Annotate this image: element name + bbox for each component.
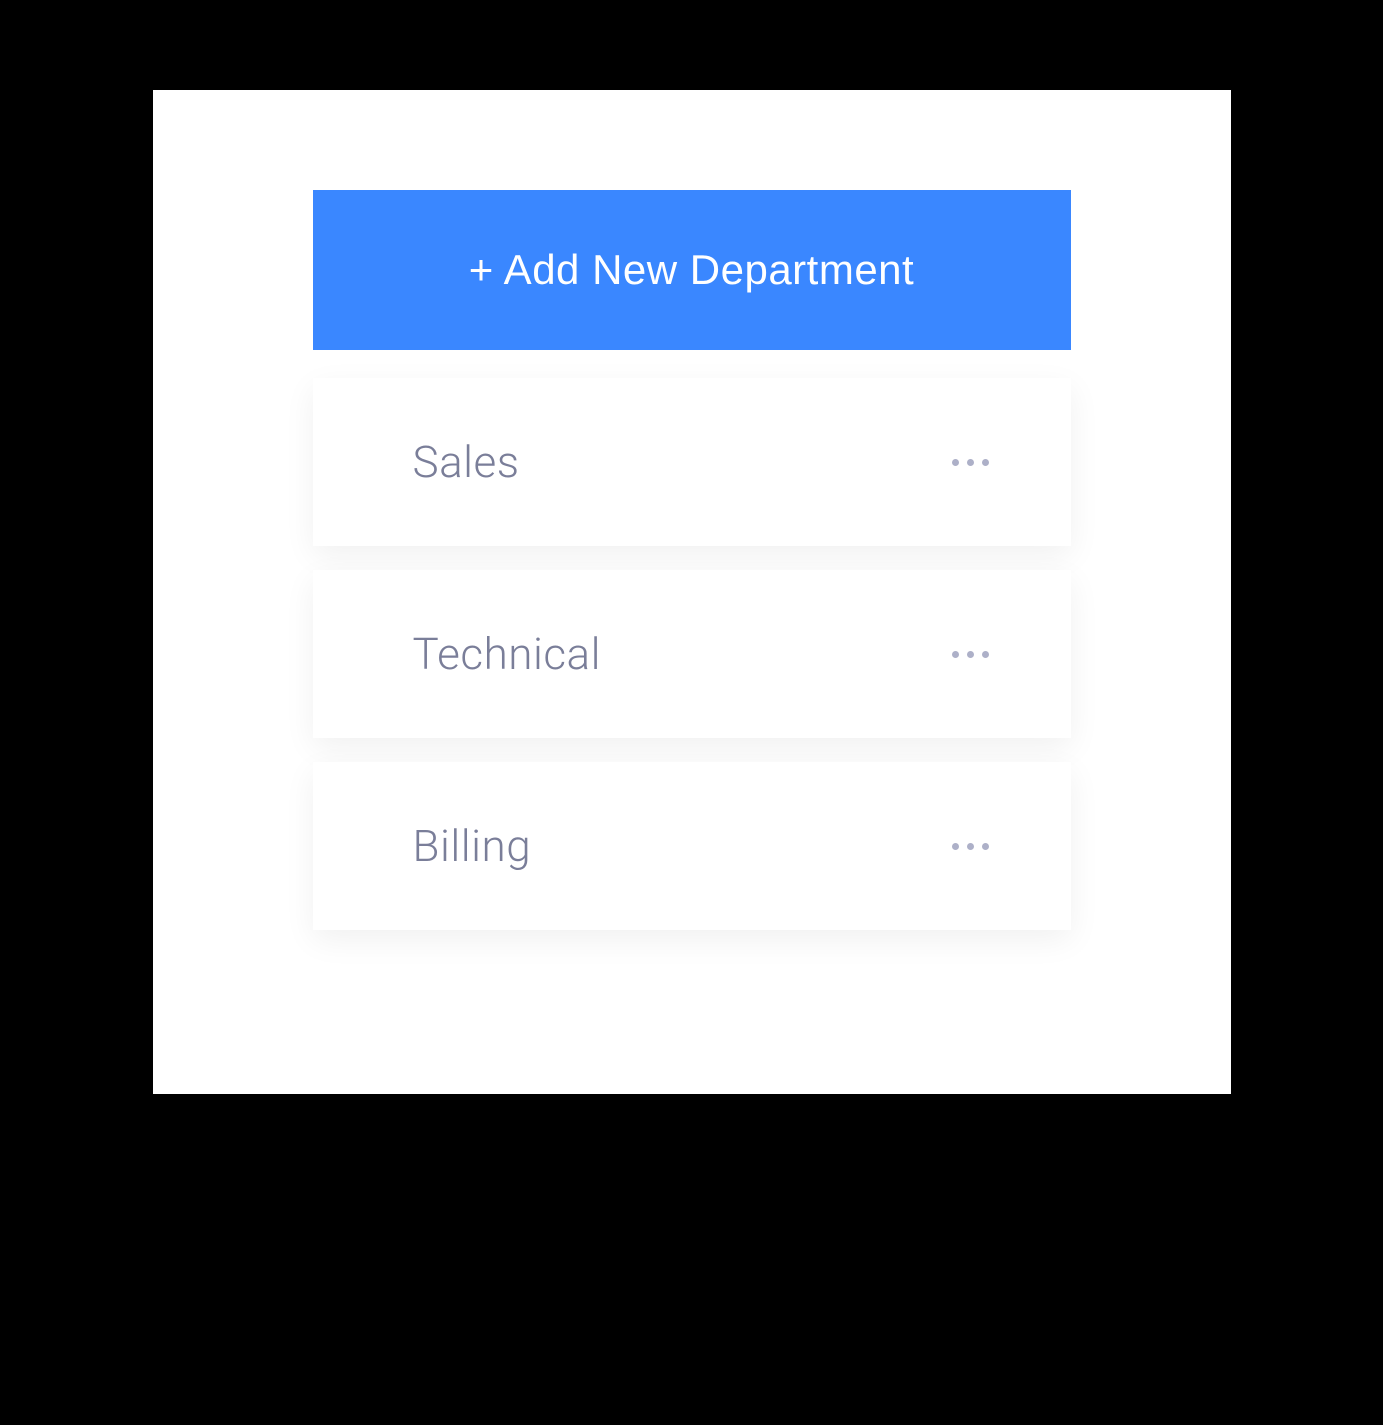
department-label: Billing — [413, 820, 532, 872]
department-label: Sales — [413, 436, 520, 488]
departments-panel: + Add New Department Sales Technical Bil… — [153, 90, 1231, 1094]
department-label: Technical — [413, 628, 602, 680]
department-item-technical[interactable]: Technical — [313, 570, 1071, 738]
more-icon[interactable] — [942, 641, 999, 668]
add-department-button[interactable]: + Add New Department — [313, 190, 1071, 350]
more-icon[interactable] — [942, 449, 999, 476]
department-item-billing[interactable]: Billing — [313, 762, 1071, 930]
department-item-sales[interactable]: Sales — [313, 378, 1071, 546]
more-icon[interactable] — [942, 833, 999, 860]
